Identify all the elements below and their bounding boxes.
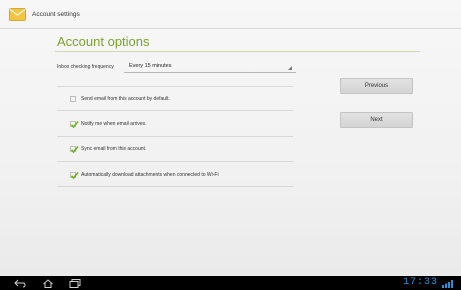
option-label: Automatically download attachments when … <box>81 172 219 178</box>
checkbox[interactable] <box>70 145 79 154</box>
divider <box>57 161 293 162</box>
page-title: Account options <box>57 34 150 49</box>
checkmark-icon <box>70 145 79 154</box>
option-label: Sync email from this account. <box>81 146 147 152</box>
window-title: Account settings <box>32 11 80 18</box>
recent-apps-icon[interactable] <box>69 279 81 288</box>
heading-divider <box>55 51 420 52</box>
dropdown-arrow-icon <box>288 66 292 70</box>
title-bar: Account settings <box>0 0 461 29</box>
divider <box>57 110 293 111</box>
back-icon[interactable] <box>14 279 26 288</box>
checkbox[interactable] <box>70 96 76 102</box>
status-clock: 17:33 <box>402 277 438 288</box>
next-button[interactable]: Next <box>340 112 413 128</box>
home-icon[interactable] <box>42 279 54 288</box>
checkbox[interactable] <box>70 120 79 129</box>
signal-strength-icon <box>442 280 453 288</box>
frequency-value: Every 15 minutes <box>129 63 172 69</box>
option-label: Send email from this account by default. <box>81 96 170 102</box>
checkmark-icon <box>70 171 79 180</box>
checkbox[interactable] <box>70 171 79 180</box>
frequency-select[interactable]: Every 15 minutes <box>124 60 296 73</box>
frequency-label: Inbox checking frequency <box>57 64 114 70</box>
email-app-icon[interactable] <box>9 6 26 22</box>
checkmark-icon <box>70 120 79 129</box>
divider <box>57 136 293 137</box>
divider <box>57 86 293 87</box>
divider <box>57 186 293 187</box>
system-nav-bar: 17:33 <box>0 276 461 290</box>
previous-button[interactable]: Previous <box>340 78 413 94</box>
option-label: Notify me when email arrives. <box>81 121 147 127</box>
